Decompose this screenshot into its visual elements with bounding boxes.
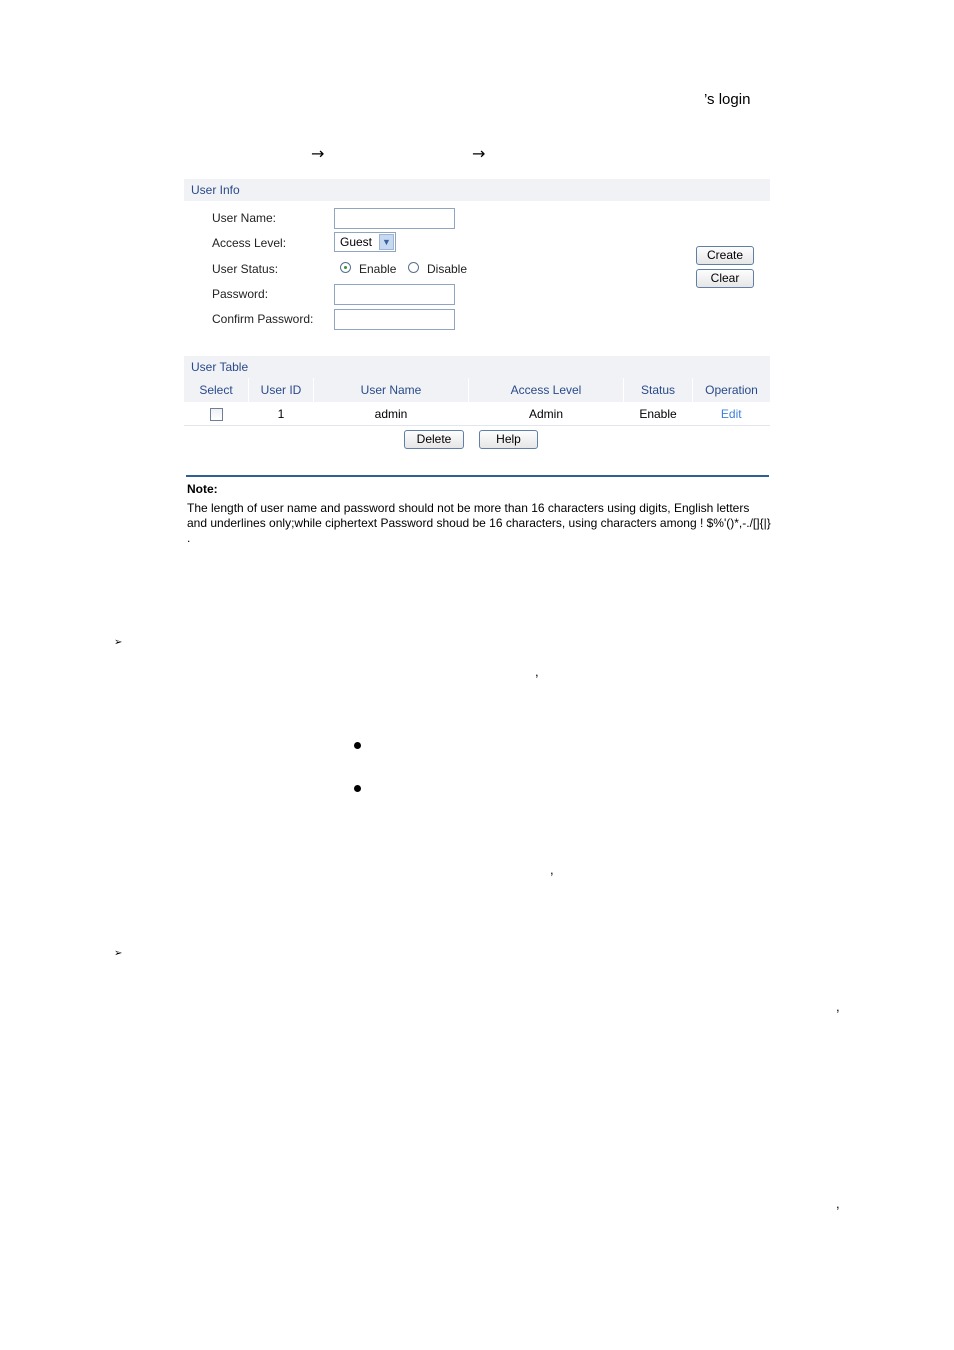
col-select: Select: [184, 378, 249, 402]
status-enable-label: Enable: [359, 262, 397, 276]
row-select-cell: [184, 402, 249, 426]
user-info-panel: User Info User Name: Access Level: Guest…: [184, 179, 770, 339]
login-text-fragment: ’s login: [704, 91, 751, 108]
bullet-icon: [354, 785, 361, 792]
user-id-cell: 1: [248, 402, 314, 426]
note-text: The length of user name and password sho…: [187, 501, 771, 545]
comma-fragment: ,: [550, 862, 554, 877]
status-disable-radio[interactable]: [408, 262, 419, 273]
user-info-title: User Info: [184, 179, 770, 201]
bullet-icon: [354, 742, 361, 749]
nav-arrow-icon: →: [472, 144, 486, 163]
access-level-select[interactable]: Guest ▼: [334, 232, 396, 252]
col-access-level: Access Level: [468, 378, 624, 402]
chevron-down-icon[interactable]: ▼: [379, 234, 394, 250]
comma-fragment: ,: [535, 664, 539, 679]
user-name-cell: admin: [313, 402, 469, 426]
access-level-value: Guest: [340, 235, 373, 249]
delete-button[interactable]: Delete: [404, 430, 464, 449]
col-status: Status: [623, 378, 693, 402]
comma-fragment: ,: [836, 999, 840, 1014]
table-row: 1 admin Admin Enable Edit: [184, 402, 770, 426]
password-label: Password:: [212, 287, 269, 301]
confirm-password-input[interactable]: [334, 309, 455, 330]
user-name-label: User Name:: [212, 211, 277, 225]
user-table-panel: User Table Select User ID User Name Acce…: [184, 356, 770, 456]
col-user-id: User ID: [248, 378, 314, 402]
help-button[interactable]: Help: [479, 430, 538, 449]
user-table-title: User Table: [184, 356, 770, 378]
edit-link[interactable]: Edit: [721, 407, 742, 421]
status-disable-label: Disable: [427, 262, 468, 276]
clear-button[interactable]: Clear: [696, 269, 754, 288]
confirm-password-label: Confirm Password:: [212, 312, 314, 326]
access-level-cell: Admin: [468, 402, 624, 426]
list-marker-icon: ➢: [114, 948, 123, 959]
status-cell: Enable: [623, 402, 693, 426]
col-operation: Operation: [692, 378, 770, 402]
operation-cell: Edit: [692, 402, 770, 426]
status-enable-radio[interactable]: [340, 262, 351, 273]
user-status-label: User Status:: [212, 262, 279, 276]
table-header-row: Select User ID User Name Access Level St…: [184, 378, 770, 402]
password-input[interactable]: [334, 284, 455, 305]
user-table: Select User ID User Name Access Level St…: [184, 378, 770, 426]
list-marker-icon: ➢: [114, 637, 123, 648]
comma-fragment: ,: [836, 1196, 840, 1211]
access-level-label: Access Level:: [212, 236, 287, 250]
create-button[interactable]: Create: [696, 246, 754, 265]
note-divider: [186, 475, 769, 477]
user-name-input[interactable]: [334, 208, 455, 229]
col-user-name: User Name: [313, 378, 469, 402]
nav-arrow-icon: →: [311, 144, 325, 163]
row-select-checkbox[interactable]: [209, 407, 223, 421]
note-title: Note:: [187, 482, 218, 496]
